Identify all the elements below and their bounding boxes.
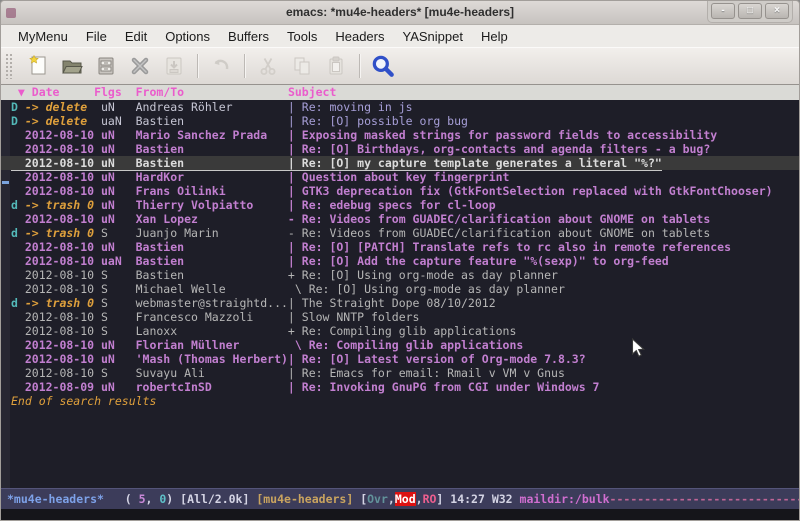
close-button[interactable]: × — [765, 3, 789, 19]
echo-area — [1, 509, 799, 520]
menu-item-file[interactable]: File — [77, 27, 116, 46]
paste-button[interactable] — [319, 51, 353, 81]
headers-column-titles: ▼ Date Flgs From/To Subject — [1, 85, 799, 100]
maximize-button[interactable]: □ — [738, 3, 762, 19]
modeline-segment: 14:27 W32 — [450, 492, 519, 506]
modeline-segment: [ — [353, 492, 367, 506]
message-row[interactable]: 2012-08-10SBastien+ Re: [O] Using org-mo… — [1, 268, 799, 282]
message-row[interactable]: 2012-08-10uN'Mash (Thomas Herbert)| Re: … — [1, 352, 799, 366]
message-row[interactable]: 2012-08-09uNrobertcInSD| Re: Invoking Gn… — [1, 380, 799, 394]
emacs-window: emacs: *mu4e-headers* [mu4e-headers] - □… — [0, 0, 800, 521]
message-row[interactable]: 2012-08-10SMichael Welle \ Re: [O] Using… — [1, 282, 799, 296]
cut-icon — [256, 54, 280, 78]
message-row[interactable]: d-> trash 0SJuanjo Marin- Re: Videos fro… — [1, 226, 799, 240]
modeline-segment: [All/2.0k] — [180, 492, 256, 506]
modeline-segment: Mod — [395, 492, 416, 506]
message-row[interactable]: 2012-08-10uNXan Lopez- Re: Videos from G… — [1, 212, 799, 226]
message-row[interactable]: 2012-08-10uNBastien| Re: [O] Birthdays, … — [1, 142, 799, 156]
search-button[interactable] — [366, 51, 400, 81]
menu-item-mymenu[interactable]: MyMenu — [9, 27, 77, 46]
close-icon — [128, 54, 152, 78]
window-title: emacs: *mu4e-headers* [mu4e-headers] — [1, 1, 799, 24]
modeline-segment: ) — [166, 492, 180, 506]
window-icon — [6, 8, 16, 18]
message-row[interactable]: 2012-08-10uNBastien| Re: [O] my capture … — [1, 156, 799, 170]
save-icon — [94, 54, 118, 78]
message-row[interactable]: 2012-08-10SSuvayu Ali| Re: Emacs for ema… — [1, 366, 799, 380]
mouse-cursor — [631, 338, 646, 359]
message-row[interactable]: D-> deleteuNAndreas Röhler| Re: moving i… — [1, 100, 799, 114]
save-as-button[interactable] — [157, 51, 191, 81]
new-file-button[interactable] — [21, 51, 55, 81]
menu-bar: MyMenuFileEditOptionsBuffersToolsHeaders… — [1, 25, 799, 47]
modeline-segment: 5 — [139, 492, 146, 506]
tool-bar — [1, 47, 799, 85]
menu-item-help[interactable]: Help — [472, 27, 517, 46]
message-row[interactable]: 2012-08-10uNHardKor| Question about key … — [1, 170, 799, 184]
menu-item-buffers[interactable]: Buffers — [219, 27, 278, 46]
modeline-segment: ( — [104, 492, 139, 506]
modeline-segment: ] — [436, 492, 450, 506]
toolbar-separator — [197, 54, 198, 78]
message-row[interactable]: 2012-08-10uNBastien| Re: [O] [PATCH] Tra… — [1, 240, 799, 254]
search-icon — [370, 53, 396, 79]
modeline-segment: , — [146, 492, 160, 506]
undo-icon — [209, 54, 233, 78]
copy-button[interactable] — [285, 51, 319, 81]
cut-button[interactable] — [251, 51, 285, 81]
menu-item-yasnippet[interactable]: YASnippet — [393, 27, 471, 46]
end-of-results: End of search results — [1, 394, 799, 408]
open-folder-button[interactable] — [55, 51, 89, 81]
new-file-icon — [26, 54, 50, 78]
modeline-segment: Ovr — [367, 492, 388, 506]
menu-item-options[interactable]: Options — [156, 27, 219, 46]
modeline-segment: , — [416, 492, 423, 506]
message-row[interactable]: d-> trash 0Swebmaster@straightd...| The … — [1, 296, 799, 310]
modeline-segment: , — [388, 492, 395, 506]
message-row[interactable]: 2012-08-10uNMario Sanchez Prada| Exposin… — [1, 128, 799, 142]
menu-item-tools[interactable]: Tools — [278, 27, 326, 46]
undo-button[interactable] — [204, 51, 238, 81]
modeline-segment: *mu4e-headers* — [7, 492, 104, 506]
emacs-frame: ▼ Date Flgs From/To Subject D-> deleteuN… — [1, 85, 799, 520]
message-row[interactable]: 2012-08-10SLanoxx+ Re: Compiling glib ap… — [1, 324, 799, 338]
title-bar[interactable]: emacs: *mu4e-headers* [mu4e-headers] - □… — [1, 1, 799, 25]
toolbar-grip[interactable] — [5, 53, 13, 79]
window-controls: - □ × — [707, 1, 793, 23]
modeline-segment: ---------------------------------------- — [610, 492, 799, 506]
minimize-button[interactable]: - — [711, 3, 735, 19]
save-button[interactable] — [89, 51, 123, 81]
save-down-icon — [162, 54, 186, 78]
message-row[interactable]: 2012-08-10uNFlorian Müllner \ Re: Compil… — [1, 338, 799, 352]
message-row[interactable]: d-> trash 0uNThierry Volpiatto| Re: edeb… — [1, 198, 799, 212]
paste-icon — [324, 54, 348, 78]
message-row[interactable]: 2012-08-10uNFrans Oilinki| GTK3 deprecat… — [1, 184, 799, 198]
close-buffer-button[interactable] — [123, 51, 157, 81]
modeline-segment: maildir:/bulk — [520, 492, 610, 506]
toolbar-separator — [244, 54, 245, 78]
message-list: D-> deleteuNAndreas Röhler| Re: moving i… — [1, 100, 799, 408]
message-row[interactable]: 2012-08-10SFrancesco Mazzoli| Slow NNTP … — [1, 310, 799, 324]
open-folder-icon — [60, 54, 84, 78]
menu-item-headers[interactable]: Headers — [326, 27, 393, 46]
mode-line: *mu4e-headers* ( 5, 0) [All/2.0k] [mu4e-… — [1, 488, 799, 509]
copy-icon — [290, 54, 314, 78]
modeline-segment: [mu4e-headers] — [256, 492, 353, 506]
message-row[interactable]: 2012-08-10uaNBastien| Re: [O] Add the ca… — [1, 254, 799, 268]
toolbar-separator — [359, 54, 360, 78]
modeline-segment: RO — [423, 492, 437, 506]
menu-item-edit[interactable]: Edit — [116, 27, 156, 46]
message-row[interactable]: D-> deleteuaNBastien| Re: [O] possible o… — [1, 114, 799, 128]
